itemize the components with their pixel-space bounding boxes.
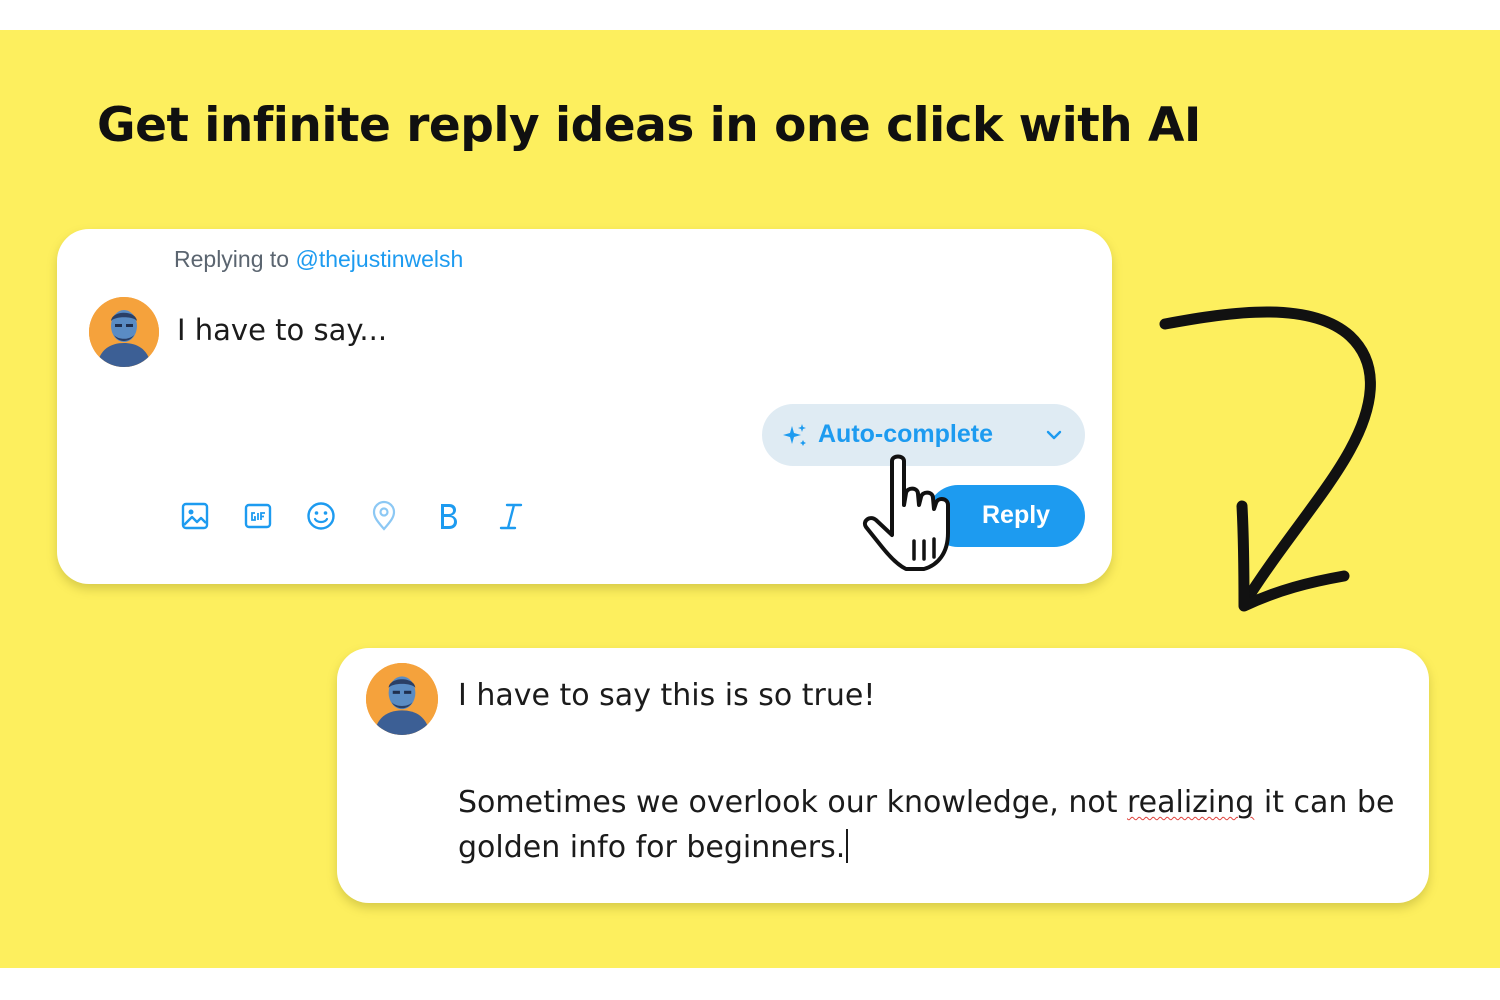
hand-pointer-icon — [862, 453, 970, 579]
reply-text-line[interactable]: I have to say this is so true! — [458, 678, 875, 713]
italic-icon[interactable] — [494, 499, 528, 533]
sparkle-icon — [783, 424, 806, 446]
reply-text-paragraph[interactable]: Sometimes we overlook our knowledge, not… — [458, 780, 1398, 870]
gif-icon[interactable] — [241, 499, 275, 533]
reply-compose-card: Replying to @thejustinwelsh I have to sa… — [57, 229, 1112, 584]
replying-to-prefix: Replying to — [174, 246, 290, 272]
spellcheck-word: realizing — [1127, 785, 1255, 820]
avatar — [89, 297, 159, 367]
bold-icon[interactable] — [431, 499, 465, 533]
avatar — [366, 663, 438, 735]
chevron-down-icon[interactable] — [1044, 426, 1064, 444]
image-icon[interactable] — [178, 499, 212, 533]
replying-to-label: Replying to @thejustinwelsh — [174, 246, 463, 273]
reply-text-part: Sometimes we overlook our knowledge, not — [458, 785, 1127, 820]
location-icon[interactable] — [367, 499, 401, 533]
completed-reply-card: I have to say this is so true! Sometimes… — [337, 648, 1429, 903]
reply-label: Reply — [982, 501, 1051, 529]
text-caret — [846, 829, 849, 863]
autocomplete-label: Auto-complete — [818, 420, 993, 448]
replying-to-handle[interactable]: @thejustinwelsh — [295, 246, 463, 272]
headline: Get infinite reply ideas in one click wi… — [97, 98, 1201, 153]
compose-textarea[interactable]: I have to say... — [177, 313, 387, 347]
curved-arrow-icon — [1150, 290, 1390, 620]
emoji-icon[interactable] — [304, 499, 338, 533]
